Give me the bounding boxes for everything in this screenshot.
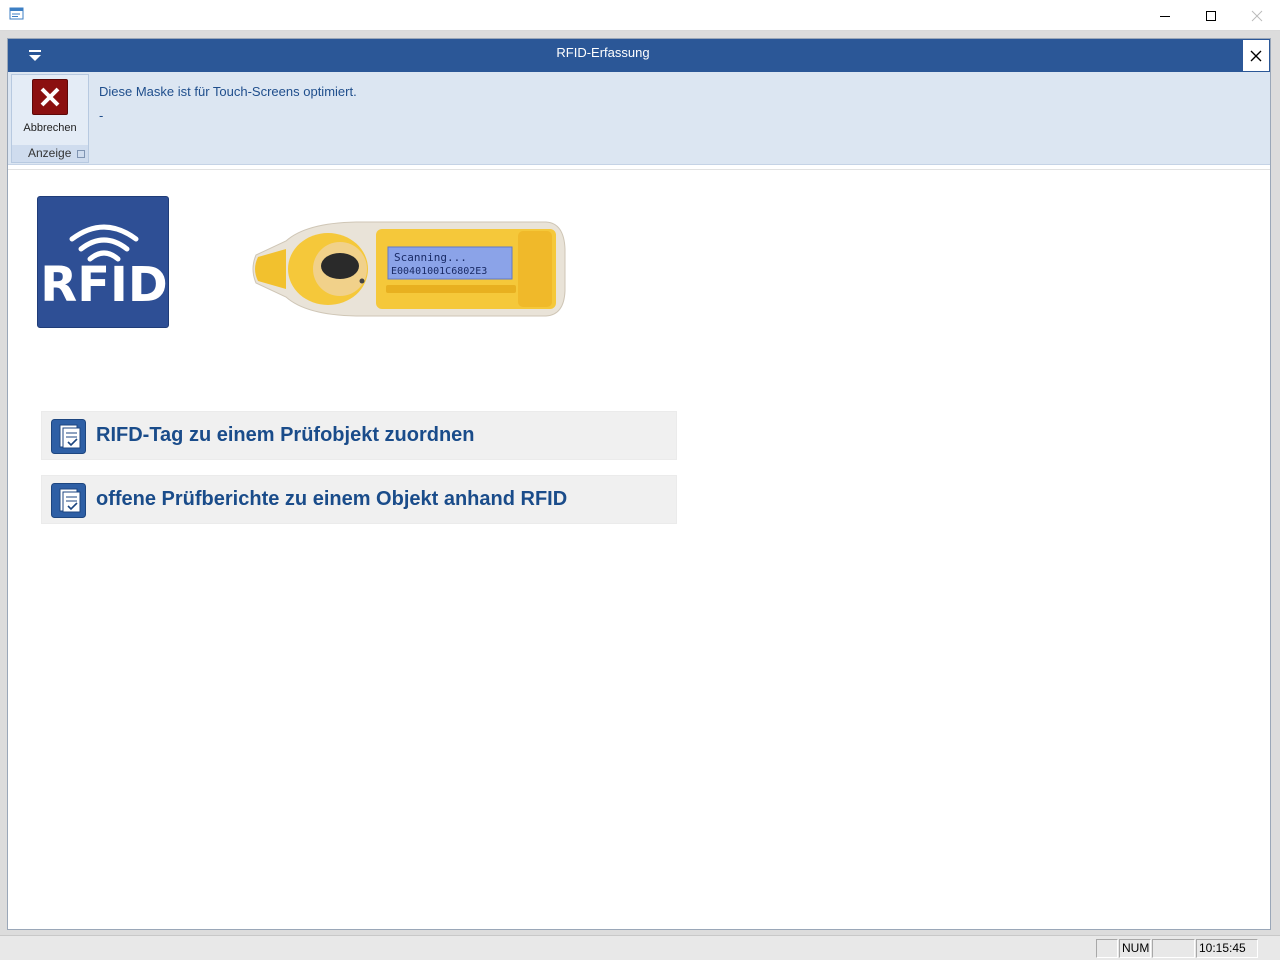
minimize-button[interactable] <box>1142 0 1188 31</box>
frame-title: RFID-Erfassung <box>556 45 650 60</box>
group-launcher-icon[interactable] <box>77 150 85 158</box>
status-clock: 10:15:45 <box>1196 939 1258 958</box>
close-icon <box>1251 10 1263 21</box>
open-reports-by-rfid-label: offene Prüfberichte zu einem Objekt anha… <box>96 488 568 510</box>
maximize-button[interactable] <box>1188 0 1234 31</box>
cancel-button[interactable]: Abbrechen <box>12 75 88 145</box>
group-label-text: Anzeige <box>28 146 72 160</box>
cancel-icon <box>32 79 68 115</box>
close-icon <box>1250 50 1262 61</box>
rfid-frame: RFID-Erfassung Abbrechen Anzeige Diese M… <box>7 38 1271 930</box>
frame-header: RFID-Erfassung <box>8 39 1270 72</box>
status-bar: NUM 10:15:45 <box>0 935 1280 960</box>
window-titlebar <box>0 0 1280 31</box>
ribbon: Abbrechen Anzeige Diese Maske ist für To… <box>8 72 1270 165</box>
x-mark-icon <box>40 87 60 107</box>
info-text: Diese Maske ist für Touch-Screens optimi… <box>99 84 357 99</box>
scanner-screen-line1: Scanning... <box>394 251 467 264</box>
window-close-button[interactable] <box>1234 0 1280 31</box>
scanner-screen-line2: E00401001C6802E3 <box>391 266 487 277</box>
report-icon <box>51 419 86 454</box>
frame-close-button[interactable] <box>1242 39 1270 72</box>
report-icon <box>51 483 86 518</box>
rfid-logo-text: RFID <box>40 257 168 313</box>
app-icon <box>9 7 24 20</box>
client-area: RFID-Erfassung Abbrechen Anzeige Diese M… <box>0 31 1280 960</box>
cancel-label: Abbrechen <box>23 122 77 134</box>
status-num-lock: NUM <box>1119 939 1151 958</box>
minimize-icon <box>1160 15 1170 17</box>
status-cell-empty <box>1096 939 1118 958</box>
maximize-icon <box>1206 10 1216 21</box>
rfid-scanner-image: Scanning... E00401001C6802E3 <box>252 221 566 317</box>
content-divider <box>8 169 1270 170</box>
open-reports-by-rfid-button[interactable]: offene Prüfberichte zu einem Objekt anha… <box>41 475 677 524</box>
assign-rfid-tag-label: RIFD-Tag zu einem Prüfobjekt zuordnen <box>96 424 475 446</box>
info-text-secondary: - <box>99 108 104 123</box>
ribbon-group-anzeige: Abbrechen Anzeige <box>11 74 89 163</box>
rfid-logo: RFID <box>37 196 169 328</box>
assign-rfid-tag-button[interactable]: RIFD-Tag zu einem Prüfobjekt zuordnen <box>41 411 677 460</box>
status-cell-blank <box>1152 939 1195 958</box>
group-label: Anzeige <box>12 145 88 162</box>
